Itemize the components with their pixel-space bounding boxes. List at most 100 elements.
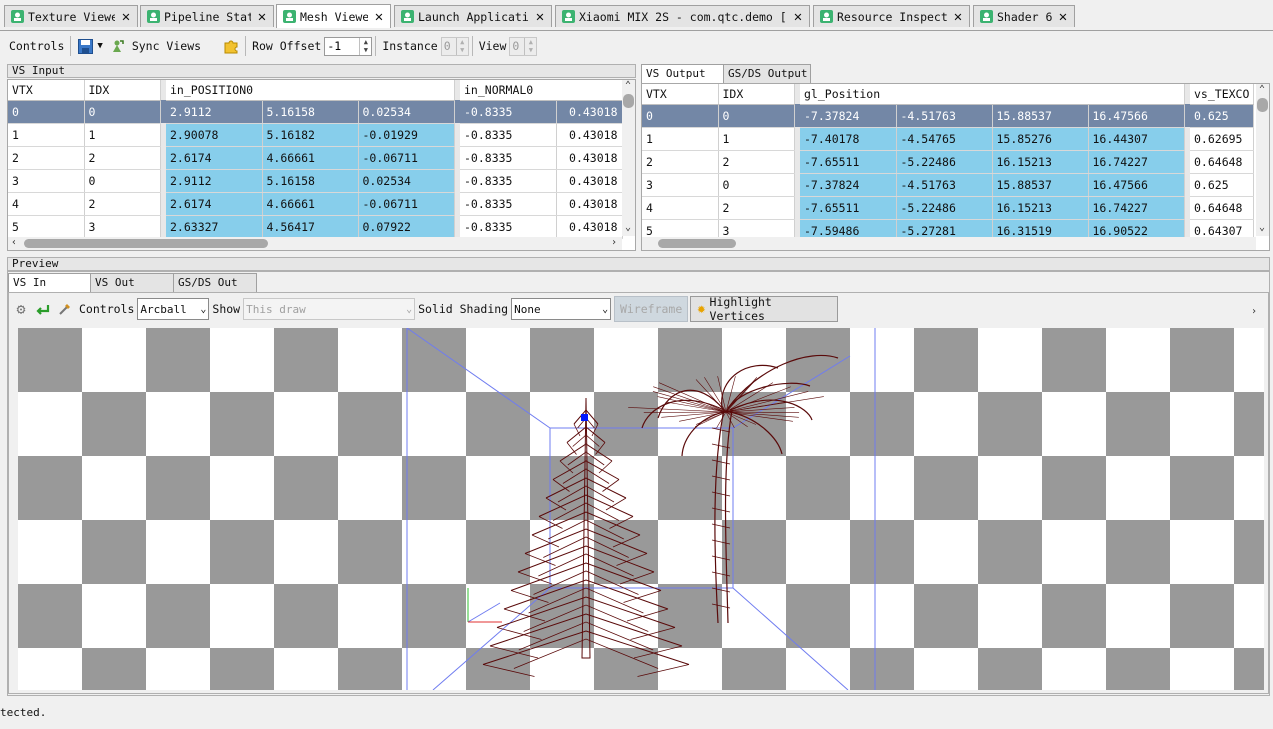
save-dropdown-chevron-icon[interactable]: ▼ [97, 41, 102, 51]
column-header-normal[interactable]: in_NORMAL0 [460, 80, 623, 101]
spin-down-icon[interactable]: ▼ [525, 46, 536, 55]
scroll-left-icon[interactable]: ‹ [8, 237, 20, 249]
table-row[interactable]: 4 2 -7.65511 -5.22486 16.15213 16.74227 … [642, 196, 1255, 220]
cell-position-w: 16.74227 [1088, 196, 1185, 220]
mesh-preview-canvas[interactable] [18, 328, 1264, 690]
tab-gs-ds-output[interactable]: GS/DS Output [723, 64, 811, 83]
close-icon[interactable]: ✕ [1056, 9, 1070, 25]
scroll-up-icon[interactable]: ⌃ [622, 80, 634, 92]
table-row[interactable]: 5 3 2.63327 4.56417 0.07922 -0.8335 0.43… [8, 215, 623, 239]
tab-shader-64[interactable]: Shader 64 ✕ [973, 5, 1075, 27]
tab-resource-inspector[interactable]: Resource Inspector ✕ [813, 5, 970, 27]
vs-input-vertical-scrollbar[interactable]: ⌃ ⌄ [622, 80, 635, 236]
eyedropper-icon[interactable] [54, 298, 76, 320]
spin-up-icon[interactable]: ▲ [457, 38, 468, 47]
document-tab-bar: Texture Viewer ✕ Pipeline State ✕ Mesh V… [0, 0, 1273, 31]
column-header-texcoord[interactable]: vs_TEXCO [1190, 84, 1255, 105]
cell-normal-x: -0.8335 [460, 100, 557, 124]
view-input[interactable] [510, 37, 525, 55]
close-icon[interactable]: ✕ [255, 9, 269, 25]
close-icon[interactable]: ✕ [791, 9, 805, 25]
tab-texture-viewer[interactable]: Texture Viewer ✕ [4, 5, 138, 27]
close-icon[interactable]: ✕ [951, 9, 965, 25]
vs-input-grid[interactable]: VTX IDX in_POSITION0 in_NORMAL0 0 0 2.91… [7, 79, 636, 251]
spin-down-icon[interactable]: ▼ [360, 46, 371, 55]
save-button[interactable] [74, 35, 96, 57]
table-row[interactable]: 4 2 2.6174 4.66661 -0.06711 -0.8335 0.43… [8, 192, 623, 216]
table-row[interactable]: 1 1 -7.40178 -4.54765 15.85276 16.44307 … [642, 127, 1255, 151]
tab-vs-out[interactable]: VS Out [90, 273, 174, 292]
vs-output-horizontal-scrollbar[interactable] [642, 237, 1256, 250]
cell-position-x: -7.65511 [800, 196, 897, 220]
table-row[interactable]: 3 0 -7.37824 -4.51763 15.88537 16.47566 … [642, 173, 1255, 197]
column-header-vtx[interactable]: VTX [642, 84, 719, 105]
scrollbar-thumb[interactable] [623, 94, 634, 108]
tab-capture-xiaomi[interactable]: Xiaomi MIX 2S - com.qtc.demo [PID… ✕ [555, 5, 810, 27]
cell-idx: 1 [84, 123, 161, 147]
spin-up-icon[interactable]: ▲ [360, 38, 371, 47]
instance-arrows[interactable]: ▲ ▼ [455, 37, 468, 55]
cell-idx: 0 [718, 104, 795, 128]
scrollbar-thumb[interactable] [24, 239, 268, 248]
close-icon[interactable]: ✕ [372, 9, 386, 25]
scroll-right-icon[interactable]: › [1248, 306, 1260, 318]
table-row[interactable]: 2 2 2.6174 4.66661 -0.06711 -0.8335 0.43… [8, 146, 623, 170]
puzzle-icon[interactable] [220, 35, 242, 57]
tab-mesh-viewer[interactable]: Mesh Viewer ✕ [276, 4, 391, 28]
close-icon[interactable]: ✕ [119, 9, 133, 25]
table-row[interactable]: 1 1 2.90078 5.16182 -0.01929 -0.8335 0.4… [8, 123, 623, 147]
row-offset-arrows[interactable]: ▲ ▼ [359, 37, 371, 55]
solid-shading-select[interactable]: None ⌄ [511, 298, 612, 320]
spin-down-icon[interactable]: ▼ [457, 46, 468, 55]
tab-vs-output[interactable]: VS Output [641, 64, 724, 83]
column-header-gl-position[interactable]: gl_Position [800, 84, 1185, 105]
cell-position-y: 4.66661 [262, 192, 359, 216]
controls-label: Controls [9, 39, 65, 53]
scroll-down-icon[interactable]: ⌄ [1256, 222, 1268, 234]
checker-square [210, 392, 274, 456]
checker-square [786, 456, 850, 520]
tab-pipeline-state[interactable]: Pipeline State ✕ [140, 5, 274, 27]
tab-gs-ds-out[interactable]: GS/DS Out [173, 273, 257, 292]
table-row[interactable]: 0 0 2.9112 5.16158 0.02534 -0.8335 0.430… [8, 100, 623, 124]
column-header-idx[interactable]: IDX [718, 84, 795, 105]
mesh-preview-viewport[interactable] [18, 328, 1264, 690]
vs-input-horizontal-scrollbar[interactable]: ‹ › [8, 237, 622, 250]
close-icon[interactable]: ✕ [533, 9, 547, 25]
wireframe-button[interactable]: Wireframe [614, 296, 689, 322]
view-arrows[interactable]: ▲ ▼ [524, 37, 536, 55]
gear-icon[interactable]: ⚙ [10, 298, 32, 320]
column-header-vtx[interactable]: VTX [8, 80, 85, 101]
camera-controls-select[interactable]: Arcball ⌄ [137, 298, 210, 320]
cell-idx: 2 [718, 196, 795, 220]
tab-launch-application[interactable]: Launch Application ✕ [394, 5, 552, 27]
highlight-vertices-button[interactable]: ✹ Highlight Vertices [690, 295, 839, 323]
cell-normal-y: 0.43018 [556, 146, 623, 170]
table-row[interactable]: 2 2 -7.65511 -5.22486 16.15213 16.74227 … [642, 150, 1255, 174]
scrollbar-thumb[interactable] [658, 239, 736, 248]
instance-stepper[interactable]: ▲▼ [440, 36, 469, 56]
table-row[interactable]: 0 0 -7.37824 -4.51763 15.88537 16.47566 … [642, 104, 1255, 128]
cell-position-y: 5.16182 [262, 123, 359, 147]
view-stepper[interactable]: ▲▼ [509, 36, 538, 56]
show-select[interactable]: This draw ⌄ [243, 298, 416, 320]
spin-up-icon[interactable]: ▲ [525, 38, 536, 47]
vs-output-vertical-scrollbar[interactable]: ⌃ ⌄ [1256, 84, 1269, 236]
vs-output-grid[interactable]: VTX IDX gl_Position vs_TEXCO 0 0 -7.3782… [641, 83, 1270, 251]
scroll-up-icon[interactable]: ⌃ [1256, 84, 1268, 96]
row-offset-input[interactable] [325, 37, 360, 55]
solid-shading-value: None [514, 302, 541, 316]
cell-vtx: 0 [642, 104, 719, 128]
table-row[interactable]: 3 0 2.9112 5.16158 0.02534 -0.8335 0.430… [8, 169, 623, 193]
reset-camera-icon[interactable] [32, 298, 54, 320]
column-header-position[interactable]: in_POSITION0 [166, 80, 455, 101]
row-offset-stepper[interactable]: ▲▼ [324, 36, 373, 56]
scroll-down-icon[interactable]: ⌄ [622, 222, 634, 234]
sync-views-button[interactable]: Sync Views [129, 39, 204, 53]
scrollbar-thumb[interactable] [1257, 98, 1268, 112]
tab-vs-in[interactable]: VS In [8, 273, 91, 292]
instance-input[interactable] [441, 37, 456, 55]
scroll-right-icon[interactable]: › [608, 237, 620, 249]
toolbar-separator [245, 36, 247, 56]
column-header-idx[interactable]: IDX [84, 80, 161, 101]
